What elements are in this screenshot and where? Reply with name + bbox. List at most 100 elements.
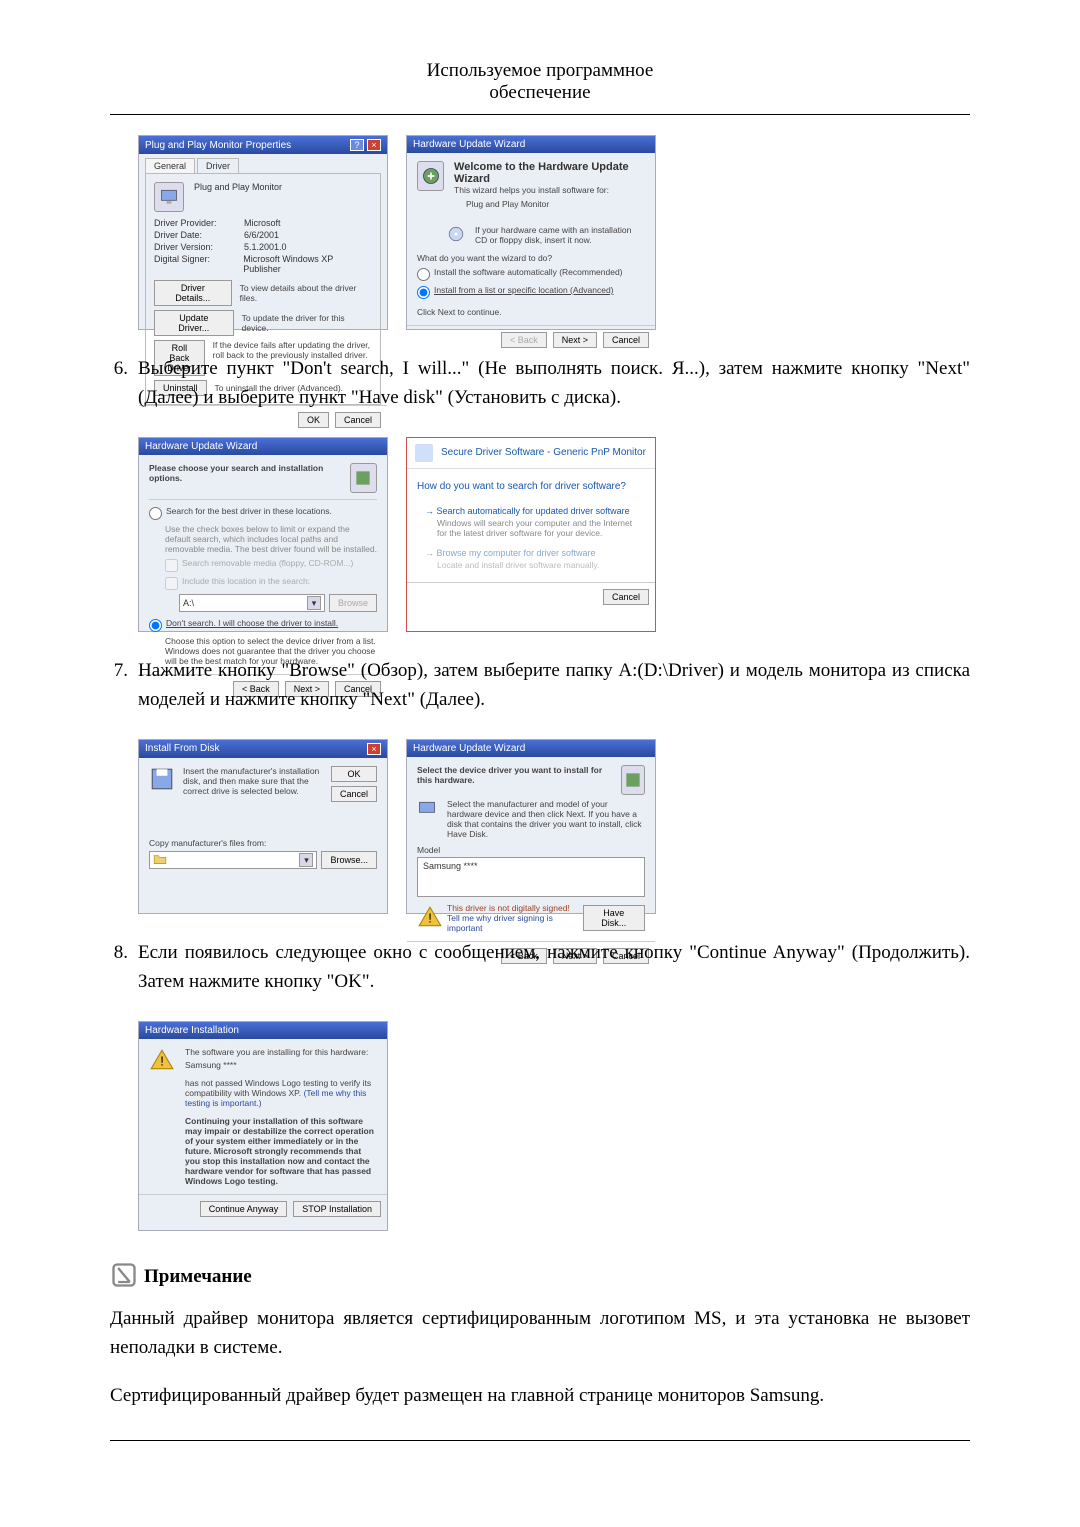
dont-search-label: Don't search. I will choose the driver t…: [166, 618, 338, 628]
header-line-2: обеспечение: [110, 82, 970, 104]
disk-msg: Insert the manufacturer's installation d…: [183, 766, 323, 802]
provider-value: Microsoft: [244, 218, 281, 228]
warn-line1: The software you are installing for this…: [185, 1047, 377, 1057]
welcome-sub: This wizard helps you install software f…: [454, 185, 645, 195]
device-heading: Plug and Play Monitor: [194, 182, 282, 192]
wizard-ask: What do you want the wizard to do?: [417, 253, 645, 263]
question: How do you want to search for driver sof…: [417, 481, 645, 492]
install-list-label: Install from a list or specific location…: [434, 285, 614, 295]
opt-browse-desc: Locate and install driver software manua…: [437, 560, 637, 570]
dont-search-radio[interactable]: [149, 619, 162, 632]
cancel-button[interactable]: Cancel: [603, 332, 649, 348]
svg-text:!: !: [428, 910, 432, 925]
page-header: Используемое программное обеспечение: [110, 50, 970, 115]
help-icon[interactable]: ?: [350, 139, 364, 151]
search-best-radio[interactable]: [149, 507, 162, 520]
cancel-button[interactable]: Cancel: [331, 786, 377, 802]
window-title: Plug and Play Monitor Properties: [145, 140, 291, 151]
version-value: 5.1.2001.0: [244, 242, 287, 252]
ok-button[interactable]: OK: [331, 766, 377, 782]
wizard-icon: [621, 765, 645, 795]
continue-anyway-button[interactable]: Continue Anyway: [200, 1201, 288, 1217]
install-auto-radio[interactable]: [417, 268, 430, 281]
path-dropdown: A:\▾: [179, 594, 325, 612]
version-label: Driver Version:: [154, 242, 234, 252]
select-desc: Select the manufacturer and model of you…: [447, 799, 645, 839]
cd-icon: [447, 225, 465, 245]
window-title: Hardware Update Wizard: [145, 441, 257, 452]
opt-browse-title[interactable]: → Browse my computer for driver software: [425, 548, 637, 558]
figure-hardware-update-wizard-welcome: Hardware Update Wizard Welcome to the Ha…: [406, 135, 656, 330]
browse-button[interactable]: Browse...: [321, 851, 377, 869]
window-title: Hardware Installation: [145, 1025, 239, 1036]
copy-from-label: Copy manufacturer's files from:: [149, 838, 377, 848]
opt-auto-desc: Windows will search your computer and th…: [437, 518, 637, 538]
update-desc: To update the driver for this device.: [242, 313, 372, 333]
cancel-button[interactable]: Cancel: [603, 589, 649, 605]
stop-installation-button[interactable]: STOP Installation: [293, 1201, 381, 1217]
tab-driver[interactable]: Driver: [197, 158, 239, 173]
chevron-down-icon[interactable]: ▾: [299, 853, 313, 867]
back-button: < Back: [501, 332, 547, 348]
figure-install-from-disk: Install From Disk × Insert the manufactu…: [138, 739, 388, 914]
page-footer-rule: [110, 1440, 970, 1441]
welcome-device: Plug and Play Monitor: [466, 199, 645, 209]
search-removable-label: Search removable media (floppy, CD-ROM..…: [182, 558, 353, 568]
warn-para: Continuing your installation of this sof…: [185, 1116, 377, 1186]
figure-hardware-installation-warning: Hardware Installation ! The software you…: [138, 1021, 388, 1231]
select-heading: Select the device driver you want to ins…: [417, 765, 611, 785]
details-desc: To view details about the driver files.: [240, 283, 372, 303]
next-button[interactable]: Next >: [553, 332, 597, 348]
figure-search-options: Hardware Update Wizard Please choose you…: [138, 437, 388, 632]
search-removable-check: [165, 559, 178, 572]
signing-link[interactable]: Tell me why driver signing is important: [447, 913, 553, 933]
window-title: Hardware Update Wizard: [413, 139, 525, 150]
have-disk-button[interactable]: Have Disk...: [583, 905, 645, 931]
date-label: Driver Date:: [154, 230, 234, 240]
signer-value: Microsoft Windows XP Publisher: [243, 254, 372, 274]
ok-button[interactable]: OK: [298, 412, 329, 428]
shield-icon: [415, 444, 433, 462]
browse-button: Browse: [329, 594, 377, 612]
figure-vista-search: Secure Driver Software - Generic PnP Mon…: [406, 437, 656, 632]
signer-label: Digital Signer:: [154, 254, 233, 274]
click-next-hint: Click Next to continue.: [417, 307, 645, 317]
titlebar: Plug and Play Monitor Properties ? ×: [139, 136, 387, 154]
warning-icon: !: [417, 904, 443, 932]
wizard-icon: [350, 463, 377, 493]
crumb: Secure Driver Software - Generic PnP Mon…: [441, 447, 646, 458]
note-para-1: Данный драйвер монитора является сертифи…: [110, 1304, 970, 1363]
install-auto-label: Install the software automatically (Reco…: [434, 267, 623, 277]
note-icon: [110, 1261, 138, 1294]
date-value: 6/6/2001: [244, 230, 279, 240]
cd-hint: If your hardware came with an installati…: [475, 225, 645, 245]
cancel-button[interactable]: Cancel: [335, 412, 381, 428]
figure-monitor-properties: Plug and Play Monitor Properties ? × Gen…: [138, 135, 388, 330]
update-driver-button[interactable]: Update Driver...: [154, 310, 234, 336]
tab-general[interactable]: General: [145, 158, 195, 173]
warn-device: Samsung ****: [185, 1060, 377, 1070]
opt-auto-title[interactable]: → Search automatically for updated drive…: [425, 506, 637, 516]
driver-details-button[interactable]: Driver Details...: [154, 280, 232, 306]
install-list-radio[interactable]: [417, 286, 430, 299]
figure-select-driver: Hardware Update Wizard Select the device…: [406, 739, 656, 914]
note-label: Примечание: [144, 1266, 252, 1288]
not-signed-warn: This driver is not digitally signed!: [447, 903, 579, 913]
close-icon[interactable]: ×: [367, 139, 381, 151]
note-para-2: Сертифицированный драйвер будет размещен…: [110, 1381, 970, 1410]
include-location-check: [165, 577, 178, 590]
monitor-icon: [154, 182, 184, 212]
step-7: 7. Нажмите кнопку "Browse" (Обзор), зате…: [110, 656, 970, 715]
monitor-icon: [417, 799, 437, 821]
window-title: Install From Disk: [145, 743, 219, 754]
welcome-heading: Welcome to the Hardware Update Wizard: [454, 161, 629, 185]
warning-icon: !: [149, 1047, 175, 1186]
provider-label: Driver Provider:: [154, 218, 234, 228]
model-list[interactable]: Samsung ****: [417, 857, 645, 897]
close-icon[interactable]: ×: [367, 743, 381, 755]
window-title: Hardware Update Wizard: [413, 743, 525, 754]
copy-from-dropdown[interactable]: ▾: [149, 851, 317, 869]
step-text: Нажмите кнопку "Browse" (Обзор), затем в…: [138, 656, 970, 715]
search-best-label: Search for the best driver in these loca…: [166, 506, 332, 516]
chevron-down-icon: ▾: [307, 596, 321, 610]
